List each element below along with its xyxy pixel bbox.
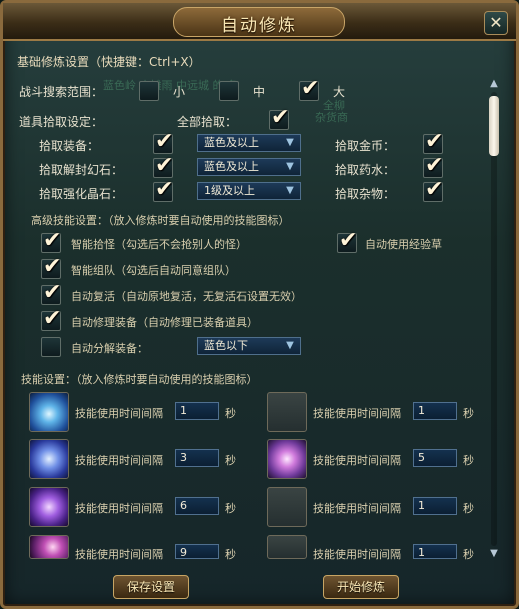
range-small-checkbox[interactable] bbox=[139, 81, 159, 101]
pickup-seal-stone-label: 拾取解封幻石： bbox=[39, 163, 124, 177]
scroll-thumb[interactable] bbox=[489, 96, 499, 156]
pickup-gold-checkbox[interactable] bbox=[423, 129, 443, 154]
pickup-enhance-crystal-label: 拾取强化晶石： bbox=[39, 187, 124, 201]
pickup-all-label: 全部拾取： bbox=[177, 115, 238, 129]
window-title: 自动修炼 bbox=[221, 16, 297, 36]
skill-interval-input-5[interactable]: 1 bbox=[413, 402, 457, 420]
seconds-unit-label: 秒 bbox=[463, 407, 474, 420]
auto-disassemble-label: 自动分解装备： bbox=[71, 342, 148, 355]
pickup-equipment-checkbox[interactable] bbox=[153, 129, 173, 154]
chevron-down-icon: ▼ bbox=[286, 340, 294, 351]
search-range-label: 战斗搜索范围： bbox=[19, 85, 104, 99]
pickup-seal-stone-dropdown[interactable]: 蓝色及以上 ▼ bbox=[197, 158, 301, 176]
basic-settings-title: 基础修炼设置（快捷键：Ctrl+X） bbox=[17, 55, 201, 69]
scroll-up-arrow-icon[interactable]: ▲ bbox=[487, 78, 501, 90]
range-large-checkbox[interactable] bbox=[299, 76, 319, 101]
skill-interval-input-6[interactable]: 5 bbox=[413, 449, 457, 467]
pickup-potion-label: 拾取药水： bbox=[335, 163, 396, 177]
meditation-skill-icon[interactable] bbox=[267, 439, 307, 479]
pickup-misc-checkbox[interactable] bbox=[423, 177, 443, 202]
background-world-text: 蓝色岭 小摊雨 中远城 的 备 bbox=[103, 79, 238, 92]
seconds-unit-label: 秒 bbox=[463, 454, 474, 467]
auto-disassemble-checkbox[interactable] bbox=[41, 337, 61, 357]
pickup-enhance-crystal-dropdown[interactable]: 1级及以上 ▼ bbox=[197, 182, 301, 200]
skill-interval-label: 技能使用时间间隔 bbox=[75, 502, 163, 515]
seconds-unit-label: 秒 bbox=[225, 454, 236, 467]
chevron-down-icon: ▼ bbox=[286, 185, 294, 196]
magic-burst-skill-icon[interactable] bbox=[29, 535, 69, 559]
shadow-slash-skill-icon[interactable] bbox=[29, 487, 69, 527]
skill-interval-input-8[interactable]: 1 bbox=[413, 544, 457, 559]
range-medium-label: 中 bbox=[253, 85, 266, 99]
auto-disassemble-dropdown[interactable]: 蓝色以下 ▼ bbox=[197, 337, 301, 355]
smart-team-label: 智能组队（勾选后自动同意组队） bbox=[71, 264, 236, 277]
pickup-enhance-crystal-checkbox[interactable] bbox=[153, 177, 173, 202]
skill-interval-input-2[interactable]: 3 bbox=[175, 449, 219, 467]
chevron-down-icon: ▼ bbox=[286, 137, 294, 148]
empty-skill-slot[interactable] bbox=[267, 535, 307, 559]
skill-interval-input-4[interactable]: 9 bbox=[175, 544, 219, 559]
auto-revive-checkbox[interactable] bbox=[41, 280, 61, 305]
pickup-misc-label: 拾取杂物： bbox=[335, 187, 396, 201]
auto-exp-grass-checkbox[interactable] bbox=[337, 228, 357, 253]
scroll-track[interactable] bbox=[491, 92, 497, 546]
skill-interval-label: 技能使用时间间隔 bbox=[75, 454, 163, 467]
smart-aggro-label: 智能拾怪（勾选后不会抢别人的怪） bbox=[71, 238, 247, 251]
frost-storm-skill-icon[interactable] bbox=[29, 439, 69, 479]
start-cultivate-button[interactable]: 开始修炼 bbox=[323, 575, 399, 599]
skill-interval-label: 技能使用时间间隔 bbox=[75, 548, 163, 561]
ice-wave-skill-icon[interactable] bbox=[29, 392, 69, 432]
auto-revive-label: 自动复活（自动原地复活，无复活石设置无效） bbox=[71, 290, 302, 303]
range-small-label: 小 bbox=[173, 85, 186, 99]
pickup-seal-stone-dropdown-value: 蓝色及以上 bbox=[204, 160, 259, 173]
pickup-equipment-dropdown-value: 蓝色及以上 bbox=[204, 136, 259, 149]
empty-skill-slot[interactable] bbox=[267, 487, 307, 527]
skill-interval-label: 技能使用时间间隔 bbox=[313, 407, 401, 420]
auto-repair-label: 自动修理装备（自动修理已装备道具） bbox=[71, 316, 258, 329]
auto-repair-checkbox[interactable] bbox=[41, 306, 61, 331]
smart-team-checkbox[interactable] bbox=[41, 254, 61, 279]
background-npc-title: 杂货商 bbox=[315, 111, 348, 124]
pickup-settings-label: 道具拾取设定： bbox=[19, 115, 104, 129]
skill-interval-input-3[interactable]: 6 bbox=[175, 497, 219, 515]
pickup-potion-checkbox[interactable] bbox=[423, 153, 443, 178]
settings-scrollbar[interactable]: ▲ ▼ bbox=[487, 78, 501, 560]
seconds-unit-label: 秒 bbox=[225, 548, 236, 561]
seconds-unit-label: 秒 bbox=[225, 502, 236, 515]
skills-settings-title: 技能设置：（放入修炼时要自动使用的技能图标） bbox=[21, 373, 258, 386]
skill-interval-input-7[interactable]: 1 bbox=[413, 497, 457, 515]
pickup-seal-stone-checkbox[interactable] bbox=[153, 153, 173, 178]
skill-interval-label: 技能使用时间间隔 bbox=[313, 454, 401, 467]
range-medium-checkbox[interactable] bbox=[219, 81, 239, 101]
pickup-enhance-crystal-dropdown-value: 1级及以上 bbox=[204, 184, 255, 197]
pickup-gold-label: 拾取金币： bbox=[335, 139, 396, 153]
seconds-unit-label: 秒 bbox=[463, 548, 474, 561]
chevron-down-icon: ▼ bbox=[286, 161, 294, 172]
auto-cultivate-window: 自动修炼 ✕ 蓝色岭 小摊雨 中远城 的 备 全柳 杂货商 基础修炼设置（快捷键… bbox=[0, 0, 519, 609]
skill-interval-label: 技能使用时间间隔 bbox=[75, 407, 163, 420]
auto-exp-grass-label: 自动使用经验草 bbox=[365, 238, 442, 251]
pickup-equipment-dropdown[interactable]: 蓝色及以上 ▼ bbox=[197, 134, 301, 152]
smart-aggro-checkbox[interactable] bbox=[41, 228, 61, 253]
skill-interval-label: 技能使用时间间隔 bbox=[313, 548, 401, 561]
pickup-equipment-label: 拾取装备： bbox=[39, 139, 100, 153]
skill-interval-label: 技能使用时间间隔 bbox=[313, 502, 401, 515]
seconds-unit-label: 秒 bbox=[225, 407, 236, 420]
pickup-all-checkbox[interactable] bbox=[269, 105, 289, 130]
empty-skill-slot[interactable] bbox=[267, 392, 307, 432]
seconds-unit-label: 秒 bbox=[463, 502, 474, 515]
save-settings-button[interactable]: 保存设置 bbox=[113, 575, 189, 599]
auto-disassemble-dropdown-value: 蓝色以下 bbox=[204, 339, 248, 352]
close-button[interactable]: ✕ bbox=[484, 11, 508, 35]
scroll-down-arrow-icon[interactable]: ▼ bbox=[487, 548, 501, 560]
advanced-settings-title: 高级技能设置：（放入修炼时要自动使用的技能图标） bbox=[31, 214, 290, 227]
range-large-label: 大 bbox=[333, 85, 346, 99]
skill-interval-input-1[interactable]: 1 bbox=[175, 402, 219, 420]
